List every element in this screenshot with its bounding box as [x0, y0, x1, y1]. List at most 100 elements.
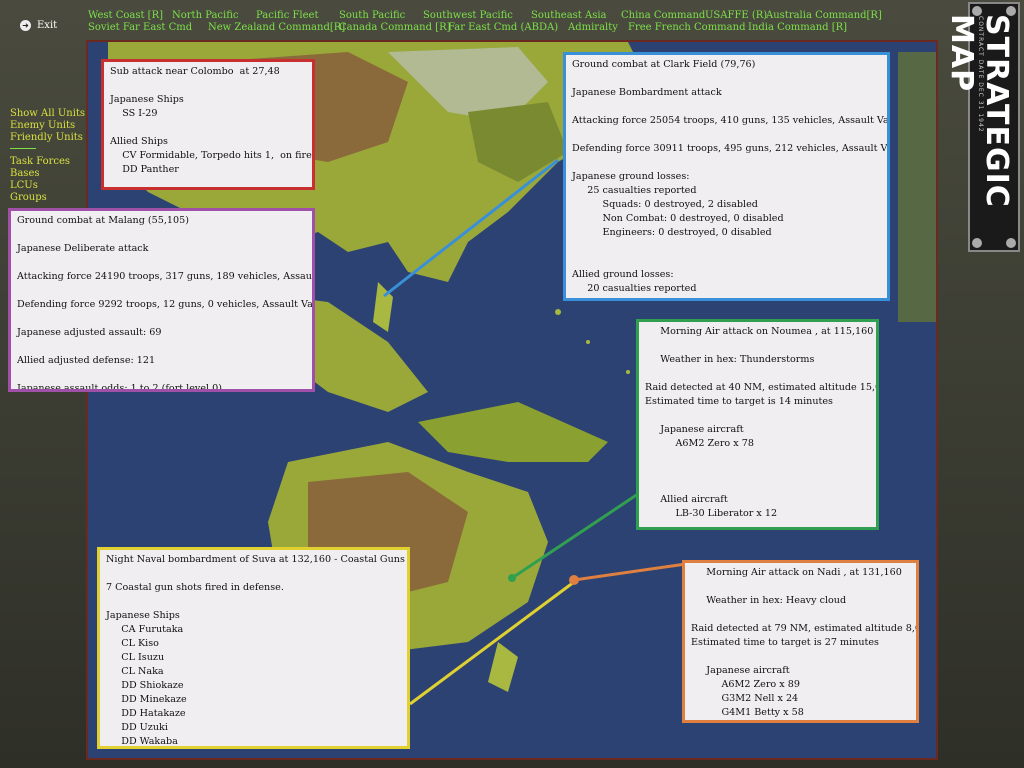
bolt-icon [972, 6, 982, 16]
report-line: Japanese Ships [110, 94, 184, 105]
report-line [572, 100, 881, 114]
report-line [572, 254, 881, 268]
air-attack-noumea-panel[interactable]: Morning Air attack on Noumea , at 115,16… [636, 319, 879, 530]
report-line: Japanese Ships [106, 610, 180, 621]
report-line [110, 121, 306, 135]
report-line: SS I-29 [110, 108, 158, 119]
report-line [17, 284, 306, 298]
show-all-units-link[interactable]: Show All Units [10, 108, 85, 119]
report-line: DD Uzuki [106, 722, 168, 733]
report-line: Japanese Deliberate attack [17, 243, 149, 254]
report-line: Night Naval bombardment of Suva at 132,1… [106, 554, 405, 565]
report-line: Japanese aircraft [645, 424, 744, 435]
report-line: Estimated time to target is 27 minutes [691, 637, 879, 648]
command-link-north-pacific[interactable]: North Pacific [172, 10, 239, 21]
exit-button[interactable]: ➜ Exit [20, 20, 57, 31]
report-line [17, 228, 306, 242]
report-line: Weather in hex: Heavy cloud [691, 595, 847, 606]
report-line [645, 465, 870, 479]
command-link-india-command-r[interactable]: India Command [R] [748, 22, 847, 33]
report-line: Allied Ships [110, 136, 168, 147]
report-line: Japanese aircraft [691, 665, 790, 676]
bolt-icon [1006, 6, 1016, 16]
task-forces-link[interactable]: Task Forces [10, 156, 70, 167]
command-link-free-french-command[interactable]: Free French Command [628, 22, 745, 33]
report-line: 25 casualties reported [572, 185, 697, 196]
command-link-southeast-asia[interactable]: Southeast Asia [531, 10, 607, 21]
report-line: Japanese adjusted assault: 69 [17, 327, 162, 338]
report-line [17, 256, 306, 270]
report-line: Attacking force 25054 troops, 410 guns, … [572, 115, 889, 126]
report-line: Allied adjusted defense: 121 [17, 355, 156, 366]
report-line: Allied aircraft [645, 494, 728, 505]
report-line: CL Naka [106, 666, 164, 677]
sidebar-divider [10, 148, 36, 149]
bases-link[interactable]: Bases [10, 168, 40, 179]
report-line: Estimated time to target is 14 minutes [645, 396, 833, 407]
report-line: Japanese assault odds: 1 to 2 (fort leve… [17, 383, 222, 392]
command-link-south-pacific[interactable]: South Pacific [339, 10, 405, 21]
ground-combat-malang-panel[interactable]: Ground combat at Malang (55,105) Japanese… [8, 208, 315, 392]
report-line: CL Isuzu [106, 652, 165, 663]
report-line [645, 451, 870, 465]
report-line: DD Minekaze [106, 694, 187, 705]
report-line: Morning Air attack on Nadi , at 131,160 [691, 567, 902, 578]
report-line [572, 72, 881, 86]
report-line [691, 608, 910, 622]
report-line: Non Combat: 0 destroyed, 0 disabled [572, 213, 784, 224]
command-link-soviet-far-east-cmd[interactable]: Soviet Far East Cmd [88, 22, 192, 33]
report-line: LB-30 Liberator x 12 [645, 508, 778, 519]
report-line: Sub attack near Colombo at 27,48 [110, 66, 280, 77]
report-line: Japanese ground losses: [572, 171, 690, 182]
report-line: G3M2 Nell x 24 [691, 693, 799, 704]
report-line: Morning Air attack on Noumea , at 115,16… [645, 326, 874, 337]
sub-attack-colombo-panel[interactable]: Sub attack near Colombo at 27,48 Japanese… [101, 59, 315, 190]
naval-bombardment-suva-panel[interactable]: Night Naval bombardment of Suva at 132,1… [97, 547, 410, 749]
report-line [572, 128, 881, 142]
command-link-southwest-pacific[interactable]: Southwest Pacific [423, 10, 513, 21]
report-line: CL Kiso [106, 638, 159, 649]
report-line [572, 240, 881, 254]
report-line [572, 156, 881, 170]
report-line: Engineers: 0 destroyed, 0 disabled [572, 227, 772, 238]
report-line: 20 casualties reported [572, 283, 697, 294]
report-line: DD Shiokaze [106, 680, 184, 691]
command-link-china-command[interactable]: China Command [621, 10, 705, 21]
bolt-icon [1006, 238, 1016, 248]
groups-link[interactable]: Groups [10, 192, 47, 203]
report-line [645, 409, 870, 423]
lcus-link[interactable]: LCUs [10, 180, 38, 191]
report-line: Ground combat at Clark Field (79,76) [572, 59, 756, 70]
report-line: Defending force 9292 troops, 12 guns, 0 … [17, 299, 313, 310]
report-line [17, 312, 306, 326]
report-line [110, 79, 306, 93]
report-line [17, 340, 306, 354]
command-link-usaffe-r[interactable]: USAFFE (R) [705, 10, 767, 21]
command-link-australia-command-r[interactable]: Australia Command[R] [766, 10, 882, 21]
command-link-west-coast-r[interactable]: West Coast [R] [88, 10, 163, 21]
command-link-far-east-cmd-abda[interactable]: Far East Cmd (ABDA) [448, 22, 558, 33]
report-line: A6M2 Zero x 89 [691, 679, 800, 690]
report-line: CA Furutaka [106, 624, 184, 635]
air-attack-nadi-panel[interactable]: Morning Air attack on Nadi , at 131,160 … [682, 560, 919, 723]
command-link-pacific-fleet[interactable]: Pacific Fleet [256, 10, 318, 21]
command-link-admiralty[interactable]: Admiralty [568, 22, 618, 33]
report-line [691, 580, 910, 594]
report-line: Japanese Bombardment attack [572, 87, 722, 98]
report-line: G4M1 Betty x 58 [691, 707, 804, 718]
report-line: 7 Coastal gun shots fired in defense. [106, 582, 284, 593]
report-line: DD Panther [110, 164, 179, 175]
report-line [645, 339, 870, 353]
report-line [106, 567, 401, 581]
friendly-units-link[interactable]: Friendly Units [10, 132, 83, 143]
command-link-new-zealand-command-r[interactable]: New Zealand Command[R] [208, 22, 345, 33]
report-line: DD Hatakaze [106, 708, 186, 719]
logo-subtitle: CONTRACT DATE DEC 31 1942 [977, 16, 984, 133]
report-line: Ground combat at Malang (55,105) [17, 215, 189, 226]
report-line [691, 650, 910, 664]
exit-label: Exit [37, 20, 58, 31]
enemy-units-link[interactable]: Enemy Units [10, 120, 75, 131]
ground-combat-clark-field-panel[interactable]: Ground combat at Clark Field (79,76) Japa… [563, 52, 890, 301]
report-line: Defending force 30911 troops, 495 guns, … [572, 143, 887, 154]
command-link-canada-command-r[interactable]: Canada Command [R] [339, 22, 451, 33]
